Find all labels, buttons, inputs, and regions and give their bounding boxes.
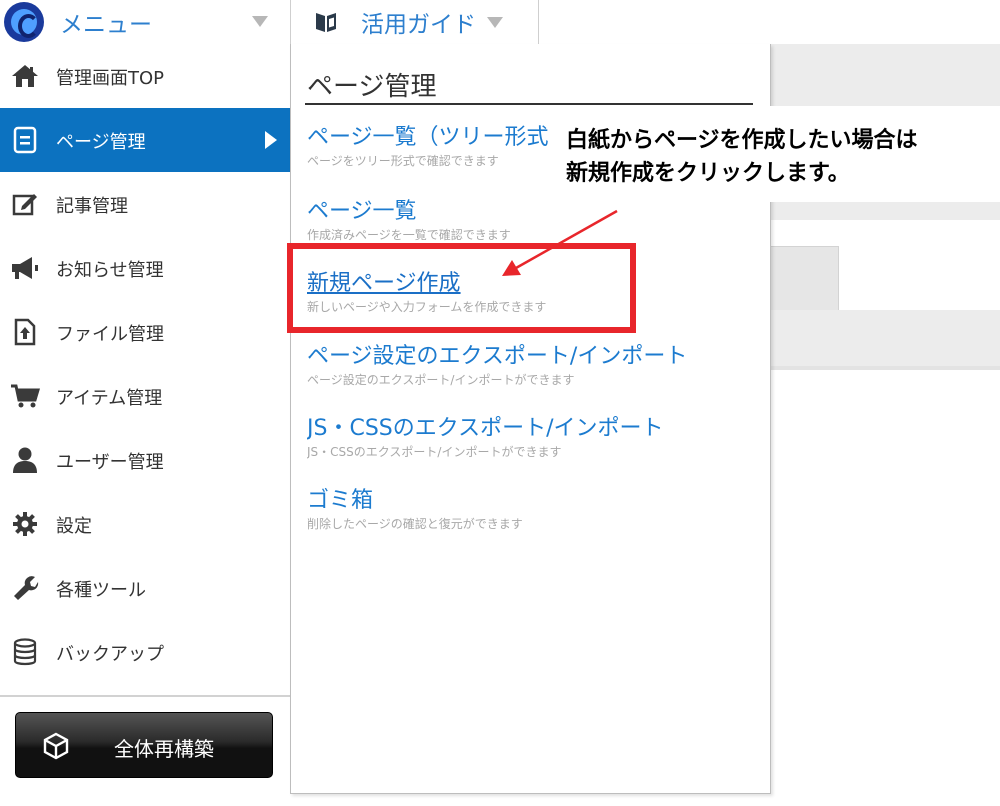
sidebar-item-label: アイテム管理: [56, 388, 163, 409]
highlight-box: [287, 243, 636, 333]
submenu-item-title[interactable]: ページ設定のエクスポート/インポート: [307, 343, 757, 371]
submenu-item-title[interactable]: ゴミ箱: [307, 487, 757, 515]
sidebar-divider: [0, 695, 290, 697]
page-icon: [10, 125, 40, 155]
sidebar-item-label: ユーザー管理: [56, 452, 164, 473]
guide-button[interactable]: 活用ガイド: [290, 0, 539, 44]
megaphone-icon: [10, 253, 40, 283]
annotation-line-1: 白紙からページを作成したい場合は: [566, 128, 918, 153]
user-icon: [10, 445, 40, 475]
sidebar-item-label: ファイル管理: [56, 324, 164, 345]
submenu-arrow-icon: [265, 131, 277, 149]
gear-icon: [10, 509, 40, 539]
sidebar-item-label: 設定: [56, 516, 92, 537]
sidebar-item-item-management[interactable]: アイテム管理: [0, 364, 290, 428]
sidebar-item-label: ページ管理: [56, 132, 146, 153]
sidebar-item-label: お知らせ管理: [56, 260, 164, 281]
submenu-item-desc: 削除したページの確認と復元ができます: [307, 517, 523, 531]
sidebar-item-admin-top[interactable]: 管理画面TOP: [0, 44, 290, 108]
submenu-item-page-list[interactable]: ページ一覧 作成済みページを一覧で確認できます: [307, 198, 757, 244]
app-logo-icon: [4, 2, 44, 42]
edit-icon: [10, 189, 40, 219]
submenu-item-desc: ページ設定のエクスポート/インポートができます: [307, 373, 575, 387]
guide-label: 活用ガイド: [361, 12, 476, 38]
sidebar-item-news-management[interactable]: お知らせ管理: [0, 236, 290, 300]
menu-button[interactable]: メニュー: [0, 0, 290, 44]
sidebar-item-tools[interactable]: 各種ツール: [0, 556, 290, 620]
submenu-title-rule: [305, 103, 753, 105]
rebuild-all-button[interactable]: 全体再構築: [15, 712, 273, 778]
sidebar-item-label: バックアップ: [56, 644, 164, 665]
sidebar: 管理画面TOP ページ管理 記事管理 お知らせ管理 ファイル管理 アイテム管理 …: [0, 44, 290, 806]
submenu-item-title[interactable]: ページ一覧: [307, 198, 757, 226]
submenu-item-title[interactable]: JS・CSSのエクスポート/インポート: [307, 415, 757, 443]
submenu-item-desc: JS・CSSのエクスポート/インポートができます: [307, 445, 562, 459]
sidebar-item-page-management[interactable]: ページ管理: [0, 108, 290, 172]
annotation-line-2: 新規作成をクリックします。: [566, 161, 850, 186]
annotation-callout: 白紙からページを作成したい場合は 新規作成をクリックします。: [548, 106, 1000, 202]
app-root: メニュー 活用ガイド 管理画面TOP ページ管理 記事管理 お知らせ管理 ファイ…: [0, 0, 1000, 806]
sidebar-item-label: 管理画面TOP: [56, 68, 165, 89]
submenu-item-page-settings-export-import[interactable]: ページ設定のエクスポート/インポート ページ設定のエクスポート/インポートができ…: [307, 343, 757, 389]
submenu-item-js-css-export-import[interactable]: JS・CSSのエクスポート/インポート JS・CSSのエクスポート/インポートが…: [307, 415, 757, 461]
sidebar-item-user-management[interactable]: ユーザー管理: [0, 428, 290, 492]
sidebar-item-backup[interactable]: バックアップ: [0, 620, 290, 684]
sidebar-item-article-management[interactable]: 記事管理: [0, 172, 290, 236]
home-icon: [10, 61, 40, 91]
submenu-title: ページ管理: [307, 72, 437, 102]
submenu-item-trash[interactable]: ゴミ箱 削除したページの確認と復元ができます: [307, 487, 757, 533]
sidebar-item-label: 各種ツール: [56, 580, 146, 601]
book-icon: [316, 13, 336, 32]
background-page-area: [771, 44, 1000, 370]
top-bar: メニュー 活用ガイド: [0, 0, 1000, 44]
menu-dropdown-icon: [252, 16, 268, 27]
file-upload-icon: [10, 317, 40, 347]
guide-dropdown-icon: [487, 16, 503, 28]
cart-icon: [10, 381, 40, 411]
menu-label: メニュー: [60, 12, 152, 38]
rebuild-all-label: 全体再構築: [114, 737, 214, 761]
database-icon: [10, 637, 40, 667]
background-footer-strip: [771, 366, 1000, 370]
wrench-icon: [10, 573, 40, 603]
background-tab: [771, 246, 839, 310]
sidebar-item-file-management[interactable]: ファイル管理: [0, 300, 290, 364]
submenu-item-desc: 作成済みページを一覧で確認できます: [307, 228, 511, 242]
annotation-text: 白紙からページを作成したい場合は 新規作成をクリックします。: [566, 124, 918, 190]
sidebar-item-label: 記事管理: [56, 196, 128, 217]
cube-icon: [43, 732, 69, 760]
sidebar-item-settings[interactable]: 設定: [0, 492, 290, 556]
